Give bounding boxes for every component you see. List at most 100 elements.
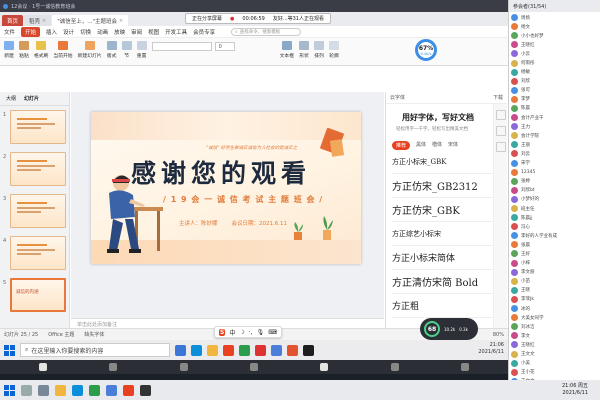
missing-font-button[interactable]: 缺失字体 xyxy=(84,331,104,338)
attendee-row[interactable]: 小苗 xyxy=(511,277,598,286)
menu-member[interactable]: 会员专享 xyxy=(193,28,215,36)
textbox-button[interactable]: 文本框 xyxy=(280,41,294,59)
tab-outline[interactable]: 大纲 xyxy=(6,95,16,102)
section-button[interactable]: 节 xyxy=(121,41,132,59)
tab-daoke[interactable]: 稻壳 × xyxy=(24,15,52,26)
font-list-item[interactable]: 方正综艺小标宋 xyxy=(392,222,501,246)
tab-presentation[interactable]: "诚信至上，..."主题班会 × xyxy=(52,15,129,26)
menu-review[interactable]: 审阅 xyxy=(131,28,142,36)
wps-icon[interactable] xyxy=(123,384,134,396)
attendee-row[interactable]: 李梦 xyxy=(511,95,598,104)
tab-recommend[interactable]: 推荐 xyxy=(392,141,411,150)
attendee-row[interactable]: 张婷 xyxy=(511,177,598,186)
menu-view[interactable]: 视图 xyxy=(148,28,159,36)
attendee-row[interactable]: 王文文 xyxy=(511,349,598,358)
app-icon[interactable] xyxy=(140,384,151,396)
ime-toolbar[interactable]: S 中 ☽ ·, 🎙 ⌨ xyxy=(214,326,282,338)
close-icon[interactable]: × xyxy=(42,18,46,24)
slide-thumbnail-selected[interactable]: 5 诚信的内涵 xyxy=(0,278,69,316)
close-icon[interactable]: × xyxy=(119,18,123,24)
system-clock[interactable]: 21:06 周五 2021/6/11 xyxy=(562,383,588,397)
font-list-item[interactable]: 方正小标宋简体 xyxy=(392,246,501,270)
folder-icon[interactable] xyxy=(55,384,66,396)
attendee-row[interactable]: 刘欣bt xyxy=(511,186,598,195)
font-list-item[interactable]: 方正仿宋_GBK xyxy=(392,198,501,222)
wechat-icon[interactable] xyxy=(239,344,250,356)
attendee-row[interactable]: 王晓 xyxy=(511,286,598,295)
meeting-icon[interactable] xyxy=(106,384,117,396)
new-button[interactable]: 新建 xyxy=(4,41,14,59)
attendee-row[interactable]: 宋学 xyxy=(511,159,598,168)
font-name-select[interactable] xyxy=(151,42,212,51)
slide-thumbnail[interactable]: 3 xyxy=(0,194,69,232)
attendee-row[interactable]: 班主任 xyxy=(511,204,598,213)
search-icon[interactable] xyxy=(21,384,32,396)
menu-file[interactable]: 文件 xyxy=(4,28,15,36)
edge-icon[interactable] xyxy=(191,344,202,356)
menu-slideshow[interactable]: 放映 xyxy=(114,28,125,36)
ime-lang[interactable]: 中 xyxy=(229,328,235,337)
menu-animation[interactable]: 动画 xyxy=(97,28,108,36)
attendee-row[interactable]: 刘云 xyxy=(511,149,598,158)
attendee-row[interactable]: 杨文 xyxy=(511,22,598,31)
attendee-row[interactable]: 陈晨jj xyxy=(511,213,598,222)
windows-start-icon[interactable] xyxy=(4,344,15,356)
attendee-row[interactable]: 张晨 xyxy=(511,240,598,249)
punct-icon[interactable]: ·, xyxy=(249,329,253,336)
tab-heiti[interactable]: 黑体 xyxy=(416,141,426,150)
task-view-icon[interactable] xyxy=(38,384,49,396)
slide-thumbnail[interactable]: 4 xyxy=(0,236,69,274)
menu-insert[interactable]: 插入 xyxy=(46,28,57,36)
taskbar-clock[interactable]: 21:06 2021/6/11 xyxy=(478,342,504,356)
reset-button[interactable]: 重置 xyxy=(136,41,147,59)
mic-icon[interactable]: 🎙 xyxy=(257,329,265,336)
attendee-row[interactable]: 会计产业干 xyxy=(511,113,598,122)
attendee-row[interactable]: 小美 xyxy=(511,359,598,368)
attendee-row[interactable]: 王晓红 xyxy=(511,340,598,349)
attendee-row[interactable]: 周扬 xyxy=(511,13,598,22)
font-list-item[interactable]: 方正粗 xyxy=(392,294,501,318)
performance-widget[interactable]: 68 10.2k 0.3k xyxy=(420,318,478,340)
attendee-row[interactable]: 小梦好的 xyxy=(511,195,598,204)
attendee-row[interactable]: 王好 xyxy=(511,249,598,258)
paste-button[interactable]: 粘贴 xyxy=(19,41,29,59)
moon-icon[interactable]: ☽ xyxy=(239,329,244,336)
attendee-row[interactable]: 小小也好梦 xyxy=(511,31,598,40)
attendee-row[interactable]: 大美女同学 xyxy=(511,313,598,322)
zoom-level[interactable]: 80% xyxy=(493,332,504,338)
wps-icon[interactable] xyxy=(223,344,234,356)
layout-button[interactable]: 版式 xyxy=(106,41,117,59)
task-view-icon[interactable] xyxy=(175,344,186,356)
presenter-text[interactable]: 主讲人：陈妙娜 xyxy=(179,219,218,227)
format-painter-button[interactable]: 格式刷 xyxy=(34,41,48,59)
text-tool-icon[interactable] xyxy=(496,110,506,120)
camera-icon[interactable] xyxy=(109,363,118,371)
meeting-icon[interactable] xyxy=(271,344,282,356)
tab-kaiti[interactable]: 楷体 xyxy=(432,141,442,150)
app-icon[interactable] xyxy=(303,344,314,356)
attendee-row[interactable]: 李文丽 xyxy=(511,268,598,277)
attendee-row[interactable]: 陈晨 xyxy=(511,104,598,113)
attendee-row[interactable]: 杨敏 xyxy=(511,68,598,77)
windows-start-icon[interactable] xyxy=(4,384,15,396)
font-size-select[interactable]: 0 xyxy=(214,42,235,51)
attendee-row[interactable]: 王力 xyxy=(511,122,598,131)
slide[interactable]: "诚信" 好学生做诚实诚信为人社会的是诚实之 感谢您的观看 / 1 9 会 一 … xyxy=(91,112,361,264)
settings-icon[interactable] xyxy=(460,363,469,371)
attendee-row[interactable]: 会计学院 xyxy=(511,131,598,140)
attendee-row[interactable]: 冰的 xyxy=(511,304,598,313)
members-icon[interactable] xyxy=(390,363,399,371)
tab-songti[interactable]: 宋体 xyxy=(448,141,458,150)
folder-icon[interactable] xyxy=(207,344,218,356)
attendee-row[interactable]: 李菲Jk xyxy=(511,295,598,304)
outline-button[interactable]: 轮廓 xyxy=(329,41,340,59)
taskbar-search-input[interactable]: ⌕ 在这里输入你要搜索的内容 xyxy=(20,343,170,357)
attendee-row[interactable]: 小梓 xyxy=(511,259,598,268)
video-icon[interactable] xyxy=(255,344,266,356)
share-icon[interactable] xyxy=(179,363,188,371)
attendee-row[interactable]: 何雨彤 xyxy=(511,58,598,67)
arrange-button[interactable]: 排列 xyxy=(314,41,325,59)
command-search-input[interactable]: ⌕ 查找命令、搜索模板 xyxy=(231,27,302,36)
menu-start[interactable]: 开始 xyxy=(21,26,41,37)
date-text[interactable]: 会议日期：2021.6.11 xyxy=(232,219,288,227)
